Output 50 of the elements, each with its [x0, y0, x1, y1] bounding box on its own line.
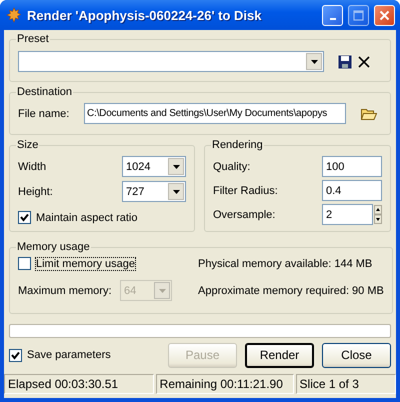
- window-title: Render 'Apophysis-060224-26' to Disk: [27, 8, 262, 22]
- field-label: Width: [18, 160, 48, 172]
- dropdown[interactable]: 1024: [122, 156, 186, 177]
- maximize-button[interactable]: [348, 4, 369, 26]
- group-title: Size: [16, 139, 40, 151]
- group-title: Preset: [16, 33, 50, 45]
- field-label: Height:: [18, 186, 54, 198]
- status-text: Slice 1 of 3: [296, 374, 396, 394]
- checkbox[interactable]: [9, 348, 22, 362]
- memory-info: Approximate memory required: 90 MB: [198, 284, 384, 296]
- app-icon: [6, 7, 22, 23]
- caret-icon: [310, 60, 318, 64]
- close-icon: [379, 10, 390, 20]
- dropdown-button[interactable]: [306, 53, 322, 70]
- save-icon[interactable]: [338, 54, 352, 68]
- dropdown-button[interactable]: [168, 183, 184, 200]
- checkbox-label[interactable]: Maintain aspect ratio: [36, 212, 138, 224]
- spin-buttons-icon[interactable]: [374, 205, 382, 224]
- dialog-button[interactable]: Render: [245, 342, 314, 368]
- close-button[interactable]: [374, 4, 395, 26]
- field-label: Quality:: [213, 160, 252, 172]
- dropdown-button[interactable]: [168, 158, 184, 175]
- text-field[interactable]: 100: [322, 156, 382, 177]
- text-field[interactable]: 0.4: [322, 180, 382, 201]
- dropdown[interactable]: 727: [122, 181, 186, 202]
- status-text: Elapsed 00:03:30.51: [4, 374, 154, 394]
- group-title: Destination: [16, 86, 74, 98]
- group-title: Memory usage: [16, 241, 91, 253]
- field-label: Oversample:: [213, 208, 276, 220]
- dialog-button[interactable]: Close: [322, 342, 391, 368]
- group-title: Rendering: [211, 139, 264, 151]
- file-name-field[interactable]: C:\Documents and Settings\User\My Documents\apopys: [84, 103, 346, 124]
- minimize-icon: [330, 18, 336, 20]
- close-icon[interactable]: [358, 56, 370, 68]
- checkbox-label[interactable]: Save parameters: [27, 349, 111, 361]
- spin-field[interactable]: 2: [322, 204, 374, 225]
- field-label: Maximum memory:: [18, 284, 113, 296]
- field-label: File name:: [18, 108, 70, 120]
- caret-icon: [172, 190, 180, 194]
- minimize-button[interactable]: [322, 4, 343, 26]
- folder-icon[interactable]: [361, 107, 377, 120]
- status-text: Remaining 00:11:21.90: [156, 374, 294, 394]
- maximize-icon: [353, 10, 364, 20]
- caret-icon: [172, 164, 180, 168]
- memory-info: Physical memory available: 144 MB: [198, 258, 374, 270]
- caret-icon: [158, 288, 166, 292]
- checkbox-label[interactable]: Limit memory usage: [36, 258, 136, 270]
- checkbox[interactable]: [18, 257, 31, 270]
- field-label: Filter Radius:: [213, 184, 279, 196]
- checkbox[interactable]: [18, 211, 31, 224]
